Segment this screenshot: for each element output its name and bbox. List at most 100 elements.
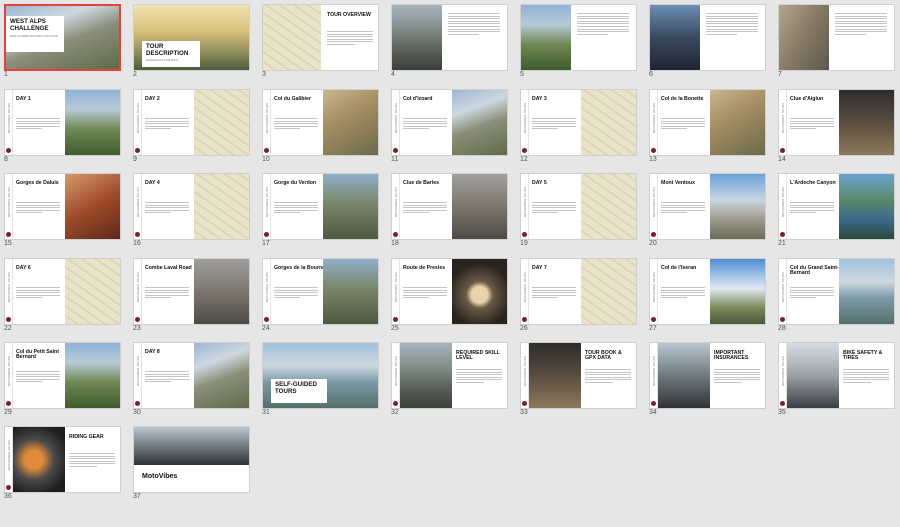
slide-preview[interactable]: MOTOVIBES TOURS Col du Grand Saint-Bernar… [778,258,895,325]
slide-thumbnail-8[interactable]: MOTOVIBES TOURS DAY 1 8 [4,89,121,163]
gorge-photo [323,259,378,324]
slide-thumbnail-20[interactable]: MOTOVIBES TOURS Mont Ventoux 20 [649,173,766,247]
body-text-lines [145,287,189,300]
slide-preview[interactable]: MOTOVIBES TOURS Gorges de Daluis [4,173,121,240]
slide-thumbnail-17[interactable]: MOTOVIBES TOURS Gorge du Verdon 17 [262,173,379,247]
slide-preview[interactable]: MOTOVIBES TOURS Col de la Bonette [649,89,766,156]
slide-preview[interactable]: MOTOVIBES TOURS Clue de Barles [391,173,508,240]
slide-number: 26 [520,325,528,332]
slide-thumbnail-30[interactable]: MOTOVIBES TOURS DAY 8 30 [133,342,250,416]
slide-thumbnail-10[interactable]: MOTOVIBES TOURS Col du Galibier 10 [262,89,379,163]
slide-preview[interactable] [520,4,637,71]
slide-preview[interactable]: MOTOVIBES TOURS Col du Petit Saint Bernar… [4,342,121,409]
brand-strip-label: MOTOVIBES TOURS [394,102,398,134]
slide-preview[interactable] [778,4,895,71]
slide-preview[interactable]: MOTOVIBES TOURS Mont Ventoux [649,173,766,240]
brand-dot-icon [393,148,398,153]
valley-photo [521,5,571,70]
slide-preview[interactable]: MOTOVIBES TOURS BIKE SAFETY & TIRES [778,342,895,409]
slide-subtitle: HIGHLIGHTS & DETAILS [146,58,178,62]
slide-thumbnail-9[interactable]: MOTOVIBES TOURS DAY 2 9 [133,89,250,163]
slide-preview[interactable]: MOTOVIBES TOURS Combe Laval Road [133,258,250,325]
slide-thumbnail-16[interactable]: MOTOVIBES TOURS DAY 4 16 [133,173,250,247]
slide-thumbnail-28[interactable]: MOTOVIBES TOURS Col du Grand Saint-Bernar… [778,258,895,332]
brand-strip-label: MOTOVIBES TOURS [7,355,11,387]
slide-thumbnail-23[interactable]: MOTOVIBES TOURS Combe Laval Road 23 [133,258,250,332]
slide-thumbnail-36[interactable]: MOTOVIBES TOURS RIDING GEAR 36 [4,426,121,500]
slide-thumbnail-15[interactable]: MOTOVIBES TOURS Gorges de Daluis 15 [4,173,121,247]
slide-preview[interactable]: MOTOVIBES TOURS RIDING GEAR [4,426,121,493]
slide-thumbnail-21[interactable]: MOTOVIBES TOURS L'Ardeche Canyon 21 [778,173,895,247]
lake-photo [839,259,894,324]
brand-strip-label: MOTOVIBES TOURS [265,186,269,218]
slide-preview[interactable]: TOUR OVERVIEW [262,4,379,71]
slide-preview[interactable]: MOTOVIBES TOURS Clue d'Aiglun [778,89,895,156]
brand-dot-icon [6,485,11,490]
brand-strip-label: MOTOVIBES TOURS [136,355,140,387]
slide-preview[interactable]: MotoVibes [133,426,250,493]
slide-thumbnail-4[interactable]: 4 [391,4,508,78]
slide-preview[interactable]: MOTOVIBES TOURS L'Ardeche Canyon [778,173,895,240]
slide-preview[interactable]: MOTOVIBES TOURS DAY 6 [4,258,121,325]
slide-thumbnail-13[interactable]: MOTOVIBES TOURS Col de la Bonette 13 [649,89,766,163]
slide-preview[interactable]: MOTOVIBES TOURS Gorges de la Bourne [262,258,379,325]
slide-thumbnail-31[interactable]: SELF-GUIDED TOURS 31 [262,342,379,416]
slide-thumbnail-18[interactable]: MOTOVIBES TOURS Clue de Barles 18 [391,173,508,247]
slide-thumbnail-7[interactable]: 7 [778,4,895,78]
brand-strip: MOTOVIBES TOURS [5,427,13,492]
slide-thumbnail-33[interactable]: MOTOVIBES TOURS TOUR BOOK & GPX DATA 33 [520,342,637,416]
brand-strip: MOTOVIBES TOURS [650,343,658,408]
slide-preview[interactable]: SELF-GUIDED TOURS [262,342,379,409]
slide-thumbnail-25[interactable]: MOTOVIBES TOURS Route de Presles 25 [391,258,508,332]
slide-preview[interactable]: MOTOVIBES TOURS REQUIRED SKILL LEVEL [391,342,508,409]
brand-strip: MOTOVIBES TOURS [779,174,787,239]
brand-strip-label: MOTOVIBES TOURS [652,271,656,303]
slide-thumbnail-24[interactable]: MOTOVIBES TOURS Gorges de la Bourne 24 [262,258,379,332]
brand-dot-icon [135,148,140,153]
brand-strip-label: MOTOVIBES TOURS [523,102,527,134]
slide-preview[interactable]: MOTOVIBES TOURS IMPORTANT INSURANCES [649,342,766,409]
slide-thumbnail-35[interactable]: MOTOVIBES TOURS BIKE SAFETY & TIRES 35 [778,342,895,416]
slide-thumbnail-11[interactable]: MOTOVIBES TOURS Col d'Izoard 11 [391,89,508,163]
slide-thumbnail-26[interactable]: MOTOVIBES TOURS DAY 7 26 [520,258,637,332]
slide-thumbnail-19[interactable]: MOTOVIBES TOURS DAY 5 19 [520,173,637,247]
slide-preview[interactable]: MOTOVIBES TOURS DAY 4 [133,173,250,240]
slide-preview[interactable]: MOTOVIBES TOURS Col du Galibier [262,89,379,156]
slide-thumbnail-14[interactable]: MOTOVIBES TOURS Clue d'Aiglun 14 [778,89,895,163]
slide-preview[interactable]: MOTOVIBES TOURS Route de Presles [391,258,508,325]
slide-number: 11 [391,156,399,163]
slide-preview[interactable]: TOUR DESCRIPTION HIGHLIGHTS & DETAILS [133,4,250,71]
slide-preview[interactable]: MOTOVIBES TOURS DAY 2 [133,89,250,156]
slide-thumbnail-29[interactable]: MOTOVIBES TOURS Col du Petit Saint Bernar… [4,342,121,416]
slide-title: BIKE SAFETY & TIRES [843,350,883,362]
slide-thumbnail-34[interactable]: MOTOVIBES TOURS IMPORTANT INSURANCES 34 [649,342,766,416]
slide-thumbnail-3[interactable]: TOUR OVERVIEW 3 [262,4,379,78]
slide-thumbnail-2[interactable]: TOUR DESCRIPTION HIGHLIGHTS & DETAILS 2 [133,4,250,78]
slide-preview[interactable]: MOTOVIBES TOURS Col d'Izoard [391,89,508,156]
brand-strip-label: MOTOVIBES TOURS [394,186,398,218]
slide-preview[interactable]: MOTOVIBES TOURS DAY 7 [520,258,637,325]
cliff-photo [779,5,829,70]
slide-preview[interactable]: MOTOVIBES TOURS DAY 5 [520,173,637,240]
slide-preview[interactable]: MOTOVIBES TOURS DAY 8 [133,342,250,409]
map-photo [581,174,636,239]
slide-preview[interactable]: MOTOVIBES TOURS DAY 1 [4,89,121,156]
slide-number: 21 [778,240,786,247]
slide-preview[interactable]: WEST ALPS CHALLENGE SELF-GUIDED MOTORCYCL… [4,4,121,71]
slide-thumbnail-6[interactable]: 6 [649,4,766,78]
slide-thumbnail-22[interactable]: MOTOVIBES TOURS DAY 6 22 [4,258,121,332]
slide-thumbnail-27[interactable]: MOTOVIBES TOURS Col de l'Iseran 27 [649,258,766,332]
slide-preview[interactable]: MOTOVIBES TOURS TOUR BOOK & GPX DATA [520,342,637,409]
brand-strip: MOTOVIBES TOURS [134,259,142,324]
slide-preview[interactable]: MOTOVIBES TOURS Col de l'Iseran [649,258,766,325]
slide-preview[interactable]: MOTOVIBES TOURS Gorge du Verdon [262,173,379,240]
slide-thumbnail-37[interactable]: MotoVibes 37 [133,426,250,500]
slide-preview[interactable] [391,4,508,71]
slide-thumbnail-32[interactable]: MOTOVIBES TOURS REQUIRED SKILL LEVEL 32 [391,342,508,416]
slide-preview[interactable] [649,4,766,71]
slide-thumbnail-5[interactable]: 5 [520,4,637,78]
slide-thumbnail-1[interactable]: WEST ALPS CHALLENGE SELF-GUIDED MOTORCYCL… [4,4,121,78]
brand-dot-icon [651,148,656,153]
slide-thumbnail-12[interactable]: MOTOVIBES TOURS DAY 3 12 [520,89,637,163]
slide-preview[interactable]: MOTOVIBES TOURS DAY 3 [520,89,637,156]
